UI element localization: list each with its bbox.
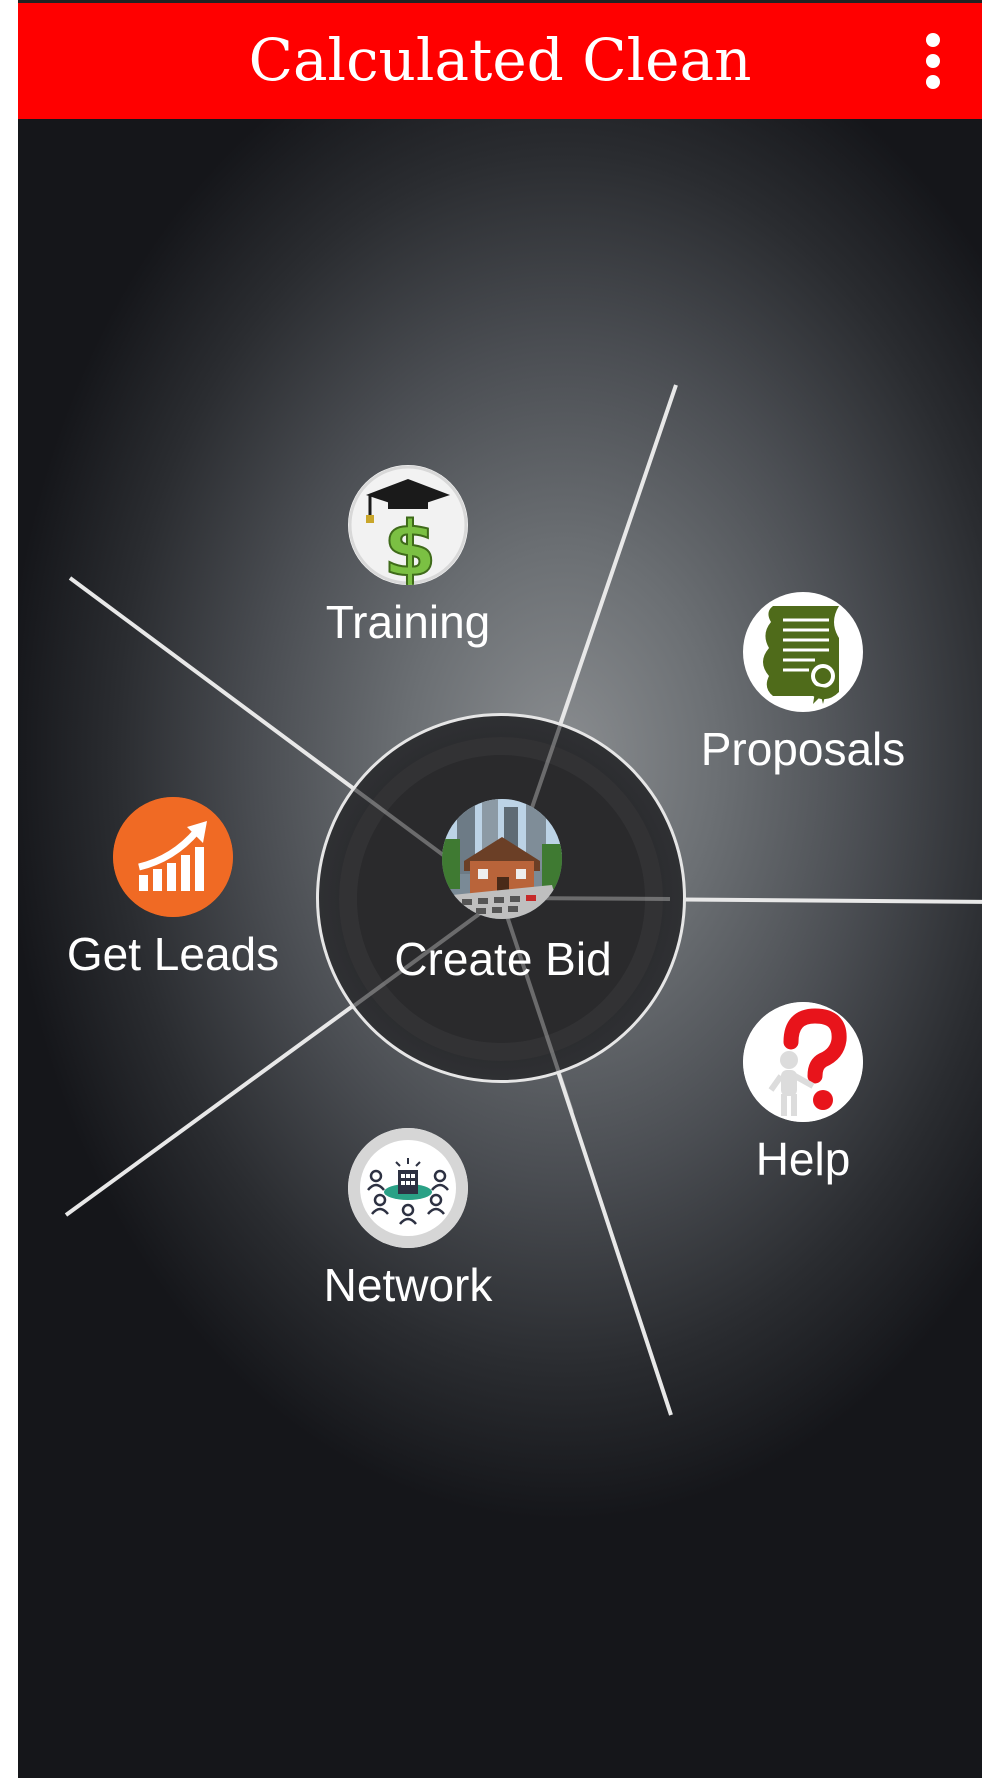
network-label: Network <box>323 1259 493 1311</box>
proposals-button[interactable]: Proposals <box>658 590 948 790</box>
training-button[interactable]: $ Training <box>268 463 548 663</box>
house-calculator-icon <box>442 799 562 919</box>
proposals-label: Proposals <box>700 723 906 775</box>
home-screen: Calculated Clean Create Bid $ Training P… <box>18 0 982 1778</box>
training-label: Training <box>325 596 491 648</box>
get-leads-label: Get Leads <box>66 928 280 980</box>
people-network-icon <box>348 1128 468 1248</box>
network-button[interactable]: Network <box>268 1126 548 1326</box>
help-button[interactable]: Help <box>658 1000 948 1200</box>
get-leads-button[interactable]: Get Leads <box>38 795 279 995</box>
certificate-scroll-icon <box>743 592 863 712</box>
growth-chart-icon <box>113 797 233 917</box>
help-label: Help <box>755 1133 851 1185</box>
graduation-dollar-icon: $ <box>348 465 468 585</box>
svg-text:$: $ <box>384 504 437 585</box>
question-mark-figure-icon <box>743 1002 863 1122</box>
create-bid-button[interactable]: Create Bid <box>338 795 668 995</box>
create-bid-label: Create Bid <box>394 933 612 985</box>
